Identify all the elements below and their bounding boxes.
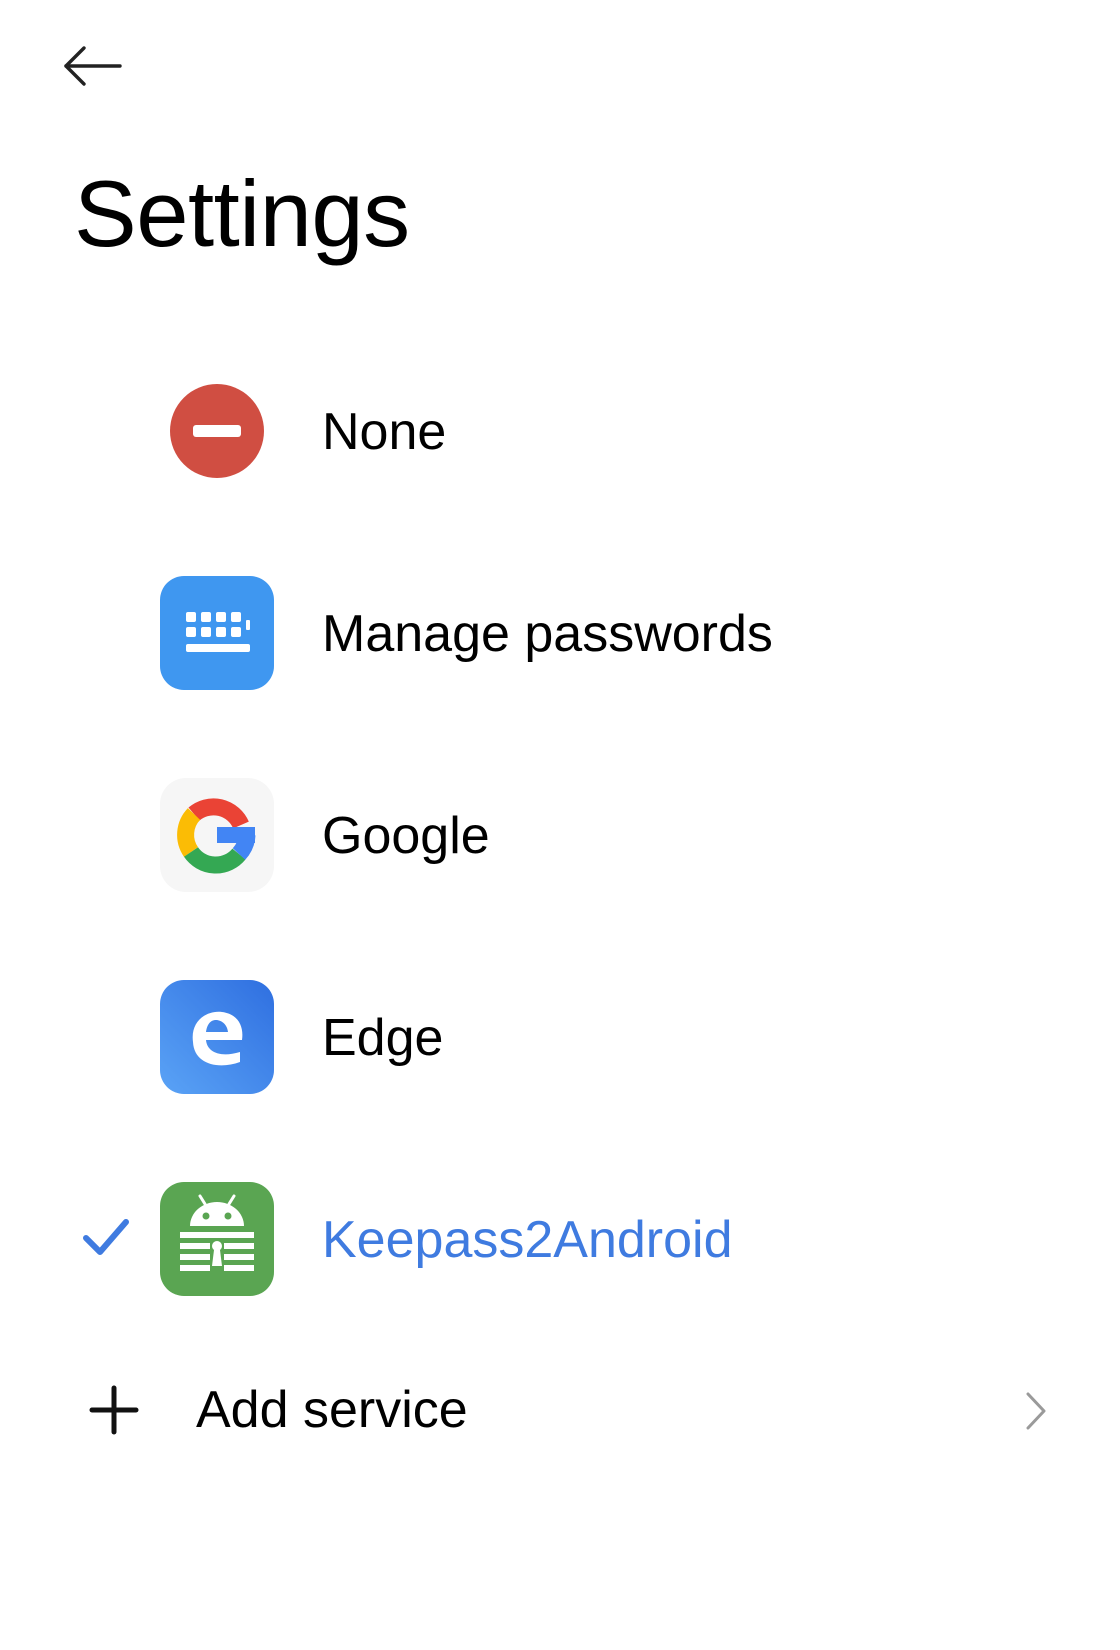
keyboard-icon	[160, 576, 274, 690]
keepass2android-logo-icon	[160, 1182, 274, 1296]
chevron-right-icon	[1026, 1392, 1046, 1430]
service-item-none[interactable]: None	[0, 330, 1120, 532]
no-entry-icon	[170, 384, 264, 478]
google-logo-icon	[160, 778, 274, 892]
service-item-google[interactable]: Google	[0, 734, 1120, 936]
service-label-none: None	[322, 403, 447, 461]
service-item-manage-passwords[interactable]: Manage passwords	[0, 532, 1120, 734]
plus-icon	[89, 1385, 139, 1435]
service-label-manage-passwords: Manage passwords	[322, 605, 773, 663]
edge-logo-icon	[160, 980, 274, 1094]
service-item-keepass2android[interactable]: Keepass2Android	[0, 1138, 1120, 1340]
back-button[interactable]	[52, 36, 132, 96]
arrow-left-icon	[64, 46, 122, 86]
add-service-button[interactable]: Add service	[0, 1350, 1120, 1470]
service-label-edge: Edge	[322, 1009, 444, 1067]
page-title: Settings	[74, 161, 410, 266]
service-label-google: Google	[322, 807, 490, 865]
service-list: None Manage passwords Google Edge Keepas…	[0, 330, 1120, 1340]
service-label-keepass2android: Keepass2Android	[322, 1211, 733, 1269]
checkmark-icon	[83, 1219, 129, 1255]
add-service-label: Add service	[196, 1381, 468, 1439]
service-item-edge[interactable]: Edge	[0, 936, 1120, 1138]
